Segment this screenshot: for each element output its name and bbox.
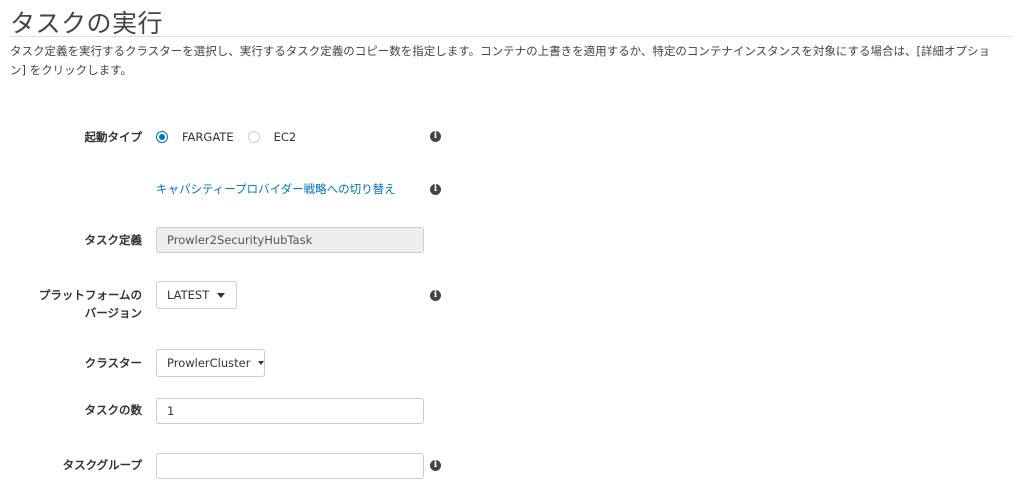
caret-down-icon xyxy=(258,361,265,365)
run-task-page: タスクの実行 タスク定義を実行するクラスターを選択し、実行するタスク定義のコピー… xyxy=(0,0,1024,491)
task-group-label: タスクグループ xyxy=(62,458,142,472)
task-count-input[interactable] xyxy=(156,398,424,424)
platform-version-label-line2: バージョン xyxy=(84,306,142,320)
fargate-radio-label[interactable]: FARGATE xyxy=(182,130,234,144)
platform-version-dropdown[interactable]: LATEST xyxy=(156,281,237,309)
task-definition-field xyxy=(156,227,424,253)
cluster-label: クラスター xyxy=(84,356,142,370)
launch-type-radio-group: FARGATE EC2 xyxy=(156,128,310,146)
info-icon[interactable]: i xyxy=(430,460,441,471)
task-count-label: タスクの数 xyxy=(84,403,143,417)
info-icon[interactable]: i xyxy=(430,131,441,142)
ec2-radio[interactable] xyxy=(247,131,260,143)
task-group-input[interactable] xyxy=(156,453,424,479)
title-divider xyxy=(10,36,1012,37)
page-title: タスクの実行 xyxy=(10,9,164,38)
task-definition-label: タスク定義 xyxy=(84,233,143,247)
platform-version-value: LATEST xyxy=(167,288,210,302)
platform-version-label: プラットフォームの バージョン xyxy=(0,286,142,322)
launch-type-label: 起動タイプ xyxy=(84,130,143,144)
cluster-dropdown[interactable]: ProwlerCluster xyxy=(156,349,265,377)
cluster-value: ProwlerCluster xyxy=(167,356,251,370)
platform-version-label-line1: プラットフォームの xyxy=(38,288,142,302)
fargate-radio[interactable] xyxy=(156,131,168,143)
ec2-radio-label[interactable]: EC2 xyxy=(274,130,297,144)
caret-down-icon xyxy=(217,292,226,298)
capacity-provider-strategy-link[interactable]: キャパシティープロバイダー戦略への切り替え xyxy=(156,180,396,198)
info-icon[interactable]: i xyxy=(430,290,441,301)
page-description: タスク定義を実行するクラスターを選択し、実行するタスク定義のコピー数を指定します… xyxy=(10,44,991,77)
info-icon[interactable]: i xyxy=(430,184,441,195)
